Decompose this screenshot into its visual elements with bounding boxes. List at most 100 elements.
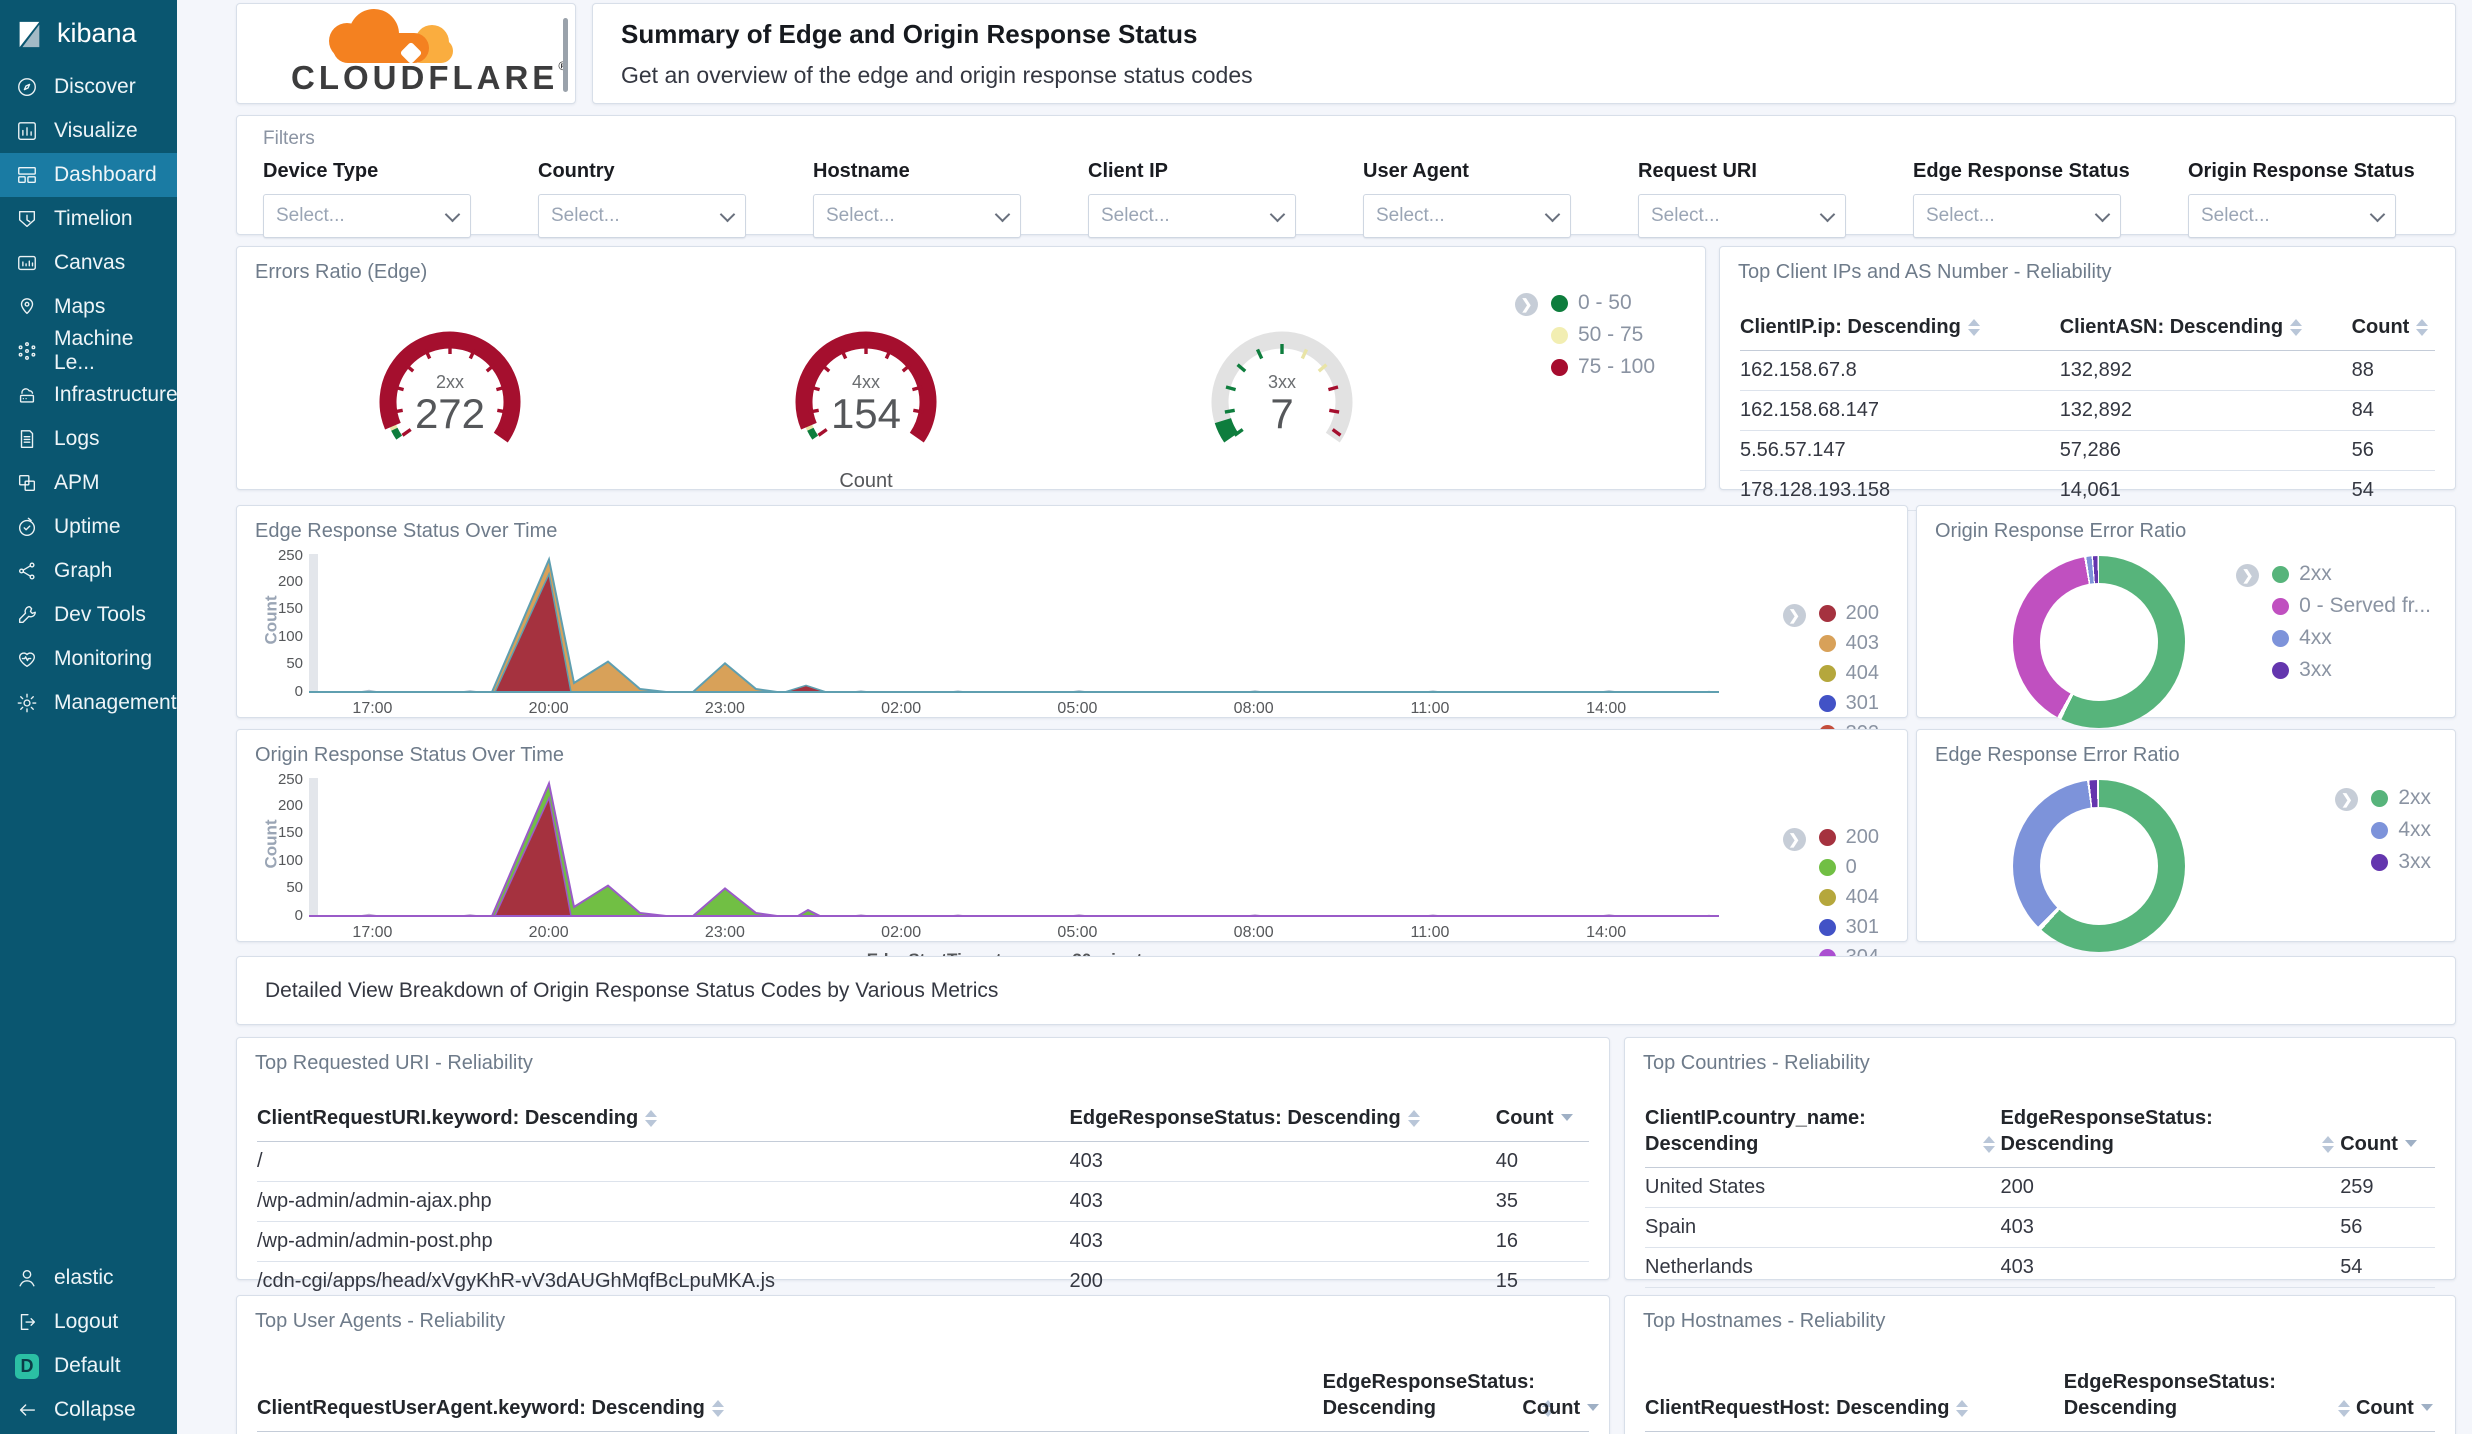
- user-agent-select[interactable]: Select...: [1363, 194, 1571, 238]
- column-header[interactable]: ClientRequestHost: Descending: [1645, 1389, 2064, 1431]
- column-header[interactable]: Count: [2340, 1125, 2435, 1167]
- sidebar-item-monitoring[interactable]: Monitoring: [0, 637, 177, 681]
- column-header[interactable]: EdgeResponseStatus: Descending: [2064, 1363, 2356, 1431]
- legend-item[interactable]: 3xx: [2371, 850, 2431, 874]
- sort-icon[interactable]: [1967, 319, 1980, 336]
- column-header[interactable]: Count: [2352, 308, 2435, 350]
- legend-dot: [1818, 635, 1836, 652]
- legend-dot: [1818, 829, 1836, 846]
- column-header[interactable]: Count: [1496, 1099, 1589, 1141]
- column-header[interactable]: ClientRequestUserAgent.keyword: Descendi…: [257, 1389, 1323, 1431]
- sidebar-space-label: Default: [54, 1354, 121, 1377]
- table-row[interactable]: United States 200 259: [1645, 1168, 2435, 1208]
- sidebar-item-uptime[interactable]: Uptime: [0, 505, 177, 549]
- sidebar-item-visualize[interactable]: Visualize: [0, 109, 177, 153]
- edge-ratio-donut[interactable]: [2013, 780, 2185, 952]
- kibana-dashboard: kibana Discover Visualize Dashboard Time…: [0, 0, 2472, 1434]
- legend-item[interactable]: ❯ 2xx: [2236, 562, 2431, 587]
- table-row[interactable]: Netherlands 403 54: [1645, 1248, 2435, 1288]
- legend-item[interactable]: ❯ 200: [1782, 602, 1879, 627]
- legend-item[interactable]: 0 - Served fr...: [2272, 594, 2431, 618]
- legend-item[interactable]: 403: [1818, 632, 1879, 655]
- gauge-label: 4xx: [852, 372, 880, 392]
- legend-expand-icon[interactable]: ❯: [1782, 828, 1806, 851]
- table-row[interactable]: 162.158.68.147 132,892 84: [1740, 391, 2435, 431]
- legend-item[interactable]: 4xx: [2272, 626, 2431, 650]
- sidebar-item-default-space[interactable]: D Default: [0, 1344, 177, 1388]
- legend-item[interactable]: 404: [1818, 886, 1879, 909]
- sort-desc-icon[interactable]: [1587, 1404, 1600, 1417]
- legend-expand-icon[interactable]: ❯: [1514, 293, 1538, 316]
- country-select[interactable]: Select...: [538, 194, 746, 238]
- column-header[interactable]: EdgeResponseStatus: Descending: [1323, 1363, 1554, 1431]
- sort-icon[interactable]: [1956, 1400, 1969, 1417]
- panel-scrollbar[interactable]: [563, 18, 568, 92]
- column-header[interactable]: ClientIP.country_name: Descending: [1645, 1099, 2001, 1167]
- sidebar-item-graph[interactable]: Graph: [0, 549, 177, 593]
- column-header[interactable]: ClientASN: Descending: [2060, 308, 2352, 350]
- table-row[interactable]: Spain 403 56: [1645, 1208, 2435, 1248]
- column-header[interactable]: ClientRequestURI.keyword: Descending: [257, 1099, 1070, 1141]
- column-header[interactable]: EdgeResponseStatus: Descending: [1070, 1099, 1496, 1141]
- sort-icon[interactable]: [711, 1400, 724, 1417]
- request-uri-select[interactable]: Select...: [1638, 194, 1846, 238]
- sort-icon[interactable]: [1407, 1110, 1420, 1127]
- column-header[interactable]: EdgeResponseStatus: Descending: [2001, 1099, 2341, 1167]
- legend-item[interactable]: 50 - 75: [1550, 323, 1655, 347]
- legend-expand-icon[interactable]: ❯: [2236, 564, 2260, 587]
- edge-response-status-select[interactable]: Select...: [1913, 194, 2121, 238]
- table-row[interactable]: /wp-admin/admin-ajax.php 403 35: [257, 1182, 1589, 1222]
- area-chart-plot[interactable]: 17:00 20:00 23:00 02:00 05:00 08:00 11:0…: [309, 552, 1719, 717]
- sidebar-item-timelion[interactable]: Timelion: [0, 197, 177, 241]
- legend-dot: [1818, 665, 1836, 682]
- table-row[interactable]: 5.56.57.147 57,286 56: [1740, 431, 2435, 471]
- table-row[interactable]: /wp-admin/admin-post.php 403 16: [257, 1222, 1589, 1262]
- sort-icon[interactable]: [2416, 319, 2429, 336]
- legend-item[interactable]: 75 - 100: [1550, 355, 1655, 379]
- origin-response-status-select[interactable]: Select...: [2188, 194, 2396, 238]
- sort-icon[interactable]: [1982, 1136, 1995, 1153]
- table-row[interactable]: 162.158.67.8 132,892 88: [1740, 351, 2435, 391]
- sort-desc-icon[interactable]: [2420, 1404, 2433, 1417]
- legend-item[interactable]: 301: [1818, 692, 1879, 715]
- legend-item[interactable]: 3xx: [2272, 658, 2431, 682]
- legend-item[interactable]: 0: [1818, 856, 1879, 879]
- sort-icon[interactable]: [2322, 1136, 2335, 1153]
- legend-expand-icon[interactable]: ❯: [2335, 788, 2359, 811]
- sidebar-item-machine-learning[interactable]: Machine Le...: [0, 327, 177, 374]
- sort-icon[interactable]: [2290, 319, 2303, 336]
- sort-desc-icon[interactable]: [1560, 1114, 1573, 1127]
- legend-item[interactable]: ❯ 2xx: [2335, 786, 2431, 811]
- sidebar-item-logs[interactable]: Logs: [0, 417, 177, 461]
- sidebar-item-apm[interactable]: APM: [0, 461, 177, 505]
- column-header[interactable]: Count: [1522, 1389, 1600, 1431]
- sidebar-item-maps[interactable]: Maps: [0, 285, 177, 329]
- sidebar-item-management[interactable]: Management: [0, 681, 177, 725]
- hostname-select[interactable]: Select...: [813, 194, 1021, 238]
- sidebar-item-infrastructure[interactable]: Infrastructure: [0, 373, 178, 417]
- table-row[interactable]: /403 40: [257, 1142, 1589, 1182]
- sort-desc-icon[interactable]: [2404, 1140, 2417, 1153]
- legend-expand-icon[interactable]: ❯: [1782, 604, 1806, 627]
- column-header[interactable]: Count: [2356, 1389, 2435, 1431]
- sidebar-item-dev-tools[interactable]: Dev Tools: [0, 593, 177, 637]
- kibana-logo[interactable]: kibana: [0, 0, 177, 65]
- sort-icon[interactable]: [2337, 1400, 2350, 1417]
- device-type-select[interactable]: Select...: [263, 194, 471, 238]
- legend-item[interactable]: ❯ 200: [1782, 826, 1879, 851]
- sidebar-item-dashboard[interactable]: Dashboard: [0, 153, 177, 197]
- column-header[interactable]: ClientIP.ip: Descending: [1740, 308, 2060, 350]
- legend-item[interactable]: 301: [1818, 916, 1879, 939]
- sidebar-item-logout[interactable]: Logout: [0, 1300, 177, 1344]
- sort-icon[interactable]: [645, 1110, 658, 1127]
- client-ip-select[interactable]: Select...: [1088, 194, 1296, 238]
- origin-ratio-donut[interactable]: [2013, 556, 2185, 728]
- legend-item[interactable]: 404: [1818, 662, 1879, 685]
- legend-item[interactable]: 4xx: [2371, 818, 2431, 842]
- sidebar-item-discover[interactable]: Discover: [0, 65, 177, 109]
- area-chart-plot[interactable]: 17:00 20:00 23:00 02:00 05:00 08:00 11:0…: [309, 776, 1719, 941]
- sidebar-item-canvas[interactable]: Canvas: [0, 241, 177, 285]
- sidebar-item-collapse[interactable]: Collapse: [0, 1388, 177, 1432]
- legend-item[interactable]: ❯ 0 - 50: [1514, 291, 1655, 316]
- sidebar-item-user[interactable]: elastic: [0, 1256, 177, 1300]
